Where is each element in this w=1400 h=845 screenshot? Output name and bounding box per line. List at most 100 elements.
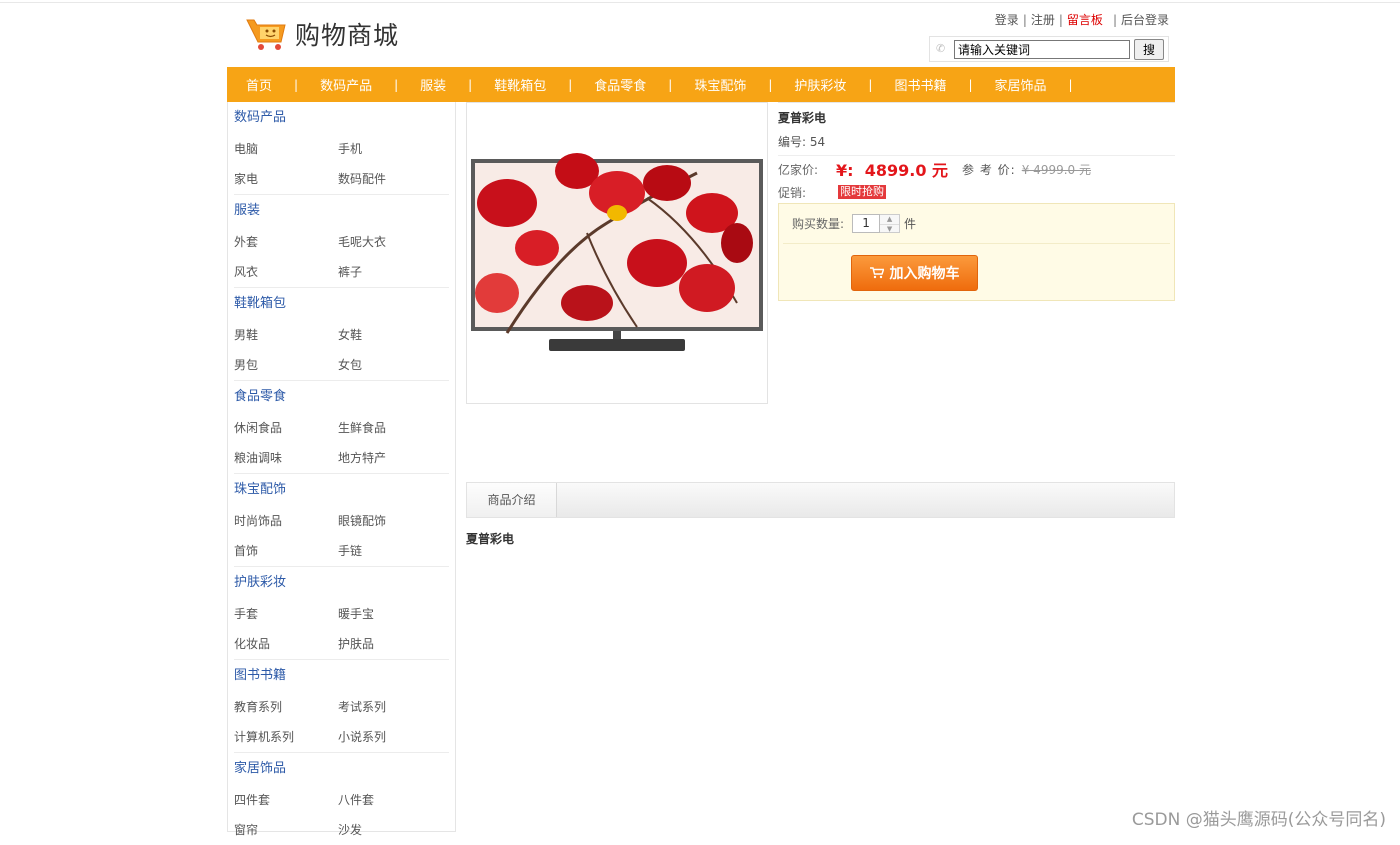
subcategory-link[interactable]: 风衣 [234,257,338,287]
subcategory-link[interactable]: 男包 [234,350,338,380]
category-group: 数码产品 电脑 手机 家电 数码配件 [228,102,455,194]
site-logo[interactable]: 购物商城 [245,14,399,54]
subcategory-link[interactable]: 考试系列 [338,692,442,722]
link-separator: | [1058,13,1063,27]
category-title[interactable]: 服装 [234,195,449,227]
product-info: 夏普彩电 编号: 54 亿家价: ¥: 4899.0 元 参 考 价: ¥ 49… [778,102,1175,301]
category-group: 珠宝配饰 时尚饰品 眼镜配饰 首饰 手链 [228,474,455,566]
main-nav: 首页 | 数码产品 | 服装 | 鞋靴箱包 | 食品零食 | 珠宝配饰 | 护肤彩妆 | 图书… [227,67,1175,102]
subcategory-link[interactable]: 沙发 [338,815,442,845]
subcategory-link[interactable]: 粮油调味 [234,443,338,473]
category-title[interactable]: 家居饰品 [234,753,449,785]
nav-home-decor[interactable]: 家居饰品 | [994,75,1095,95]
subcategory-link[interactable]: 首饰 [234,536,338,566]
subcategory-link[interactable]: 裤子 [338,257,442,287]
category-row: 窗帘 沙发 [234,815,449,845]
subcategory-link[interactable]: 毛呢大衣 [338,227,442,257]
nav-label: 食品零食 [594,79,647,94]
tab-product-intro[interactable]: 商品介绍 [467,483,557,517]
quantity-stepper[interactable]: ▲ ▼ [880,214,901,234]
top-border [0,0,1400,3]
subcategory-link[interactable]: 眼镜配饰 [338,506,442,536]
nav-food[interactable]: 食品零食 | [594,75,694,95]
category-row: 电脑 手机 [234,134,449,164]
subcategory-link[interactable]: 数码配件 [338,164,442,194]
nav-digital[interactable]: 数码产品 | [320,75,420,95]
subcategory-link[interactable]: 八件套 [338,785,442,815]
category-row: 时尚饰品 眼镜配饰 [234,506,449,536]
subcategory-link[interactable]: 外套 [234,227,338,257]
search-button[interactable]: 搜 [1134,38,1164,60]
subcategory-link[interactable]: 生鲜食品 [338,413,442,443]
phone-icon: ✆ [936,42,946,55]
search-input[interactable] [954,39,1130,59]
login-link[interactable]: 登录 [995,13,1019,27]
nav-cosmetics[interactable]: 护肤彩妆 | [794,75,894,95]
category-title[interactable]: 图书书籍 [234,660,449,692]
category-row: 手套 暖手宝 [234,599,449,629]
cart-icon [869,267,884,279]
subcategory-link[interactable]: 休闲食品 [234,413,338,443]
subcategory-link[interactable]: 电脑 [234,134,338,164]
subcategory-link[interactable]: 小说系列 [338,722,442,752]
quantity-input[interactable]: 1 [852,214,881,233]
nav-books[interactable]: 图书书籍 | [894,75,994,95]
subcategory-link[interactable]: 计算机系列 [234,722,338,752]
subcategory-link[interactable]: 窗帘 [234,815,338,845]
category-title[interactable]: 珠宝配饰 [234,474,449,506]
nav-label: 珠宝配饰 [694,79,747,94]
price-row: 亿家价: ¥: 4899.0 元 参 考 价: ¥ 4999.0 元 [778,156,1175,182]
category-group: 护肤彩妆 手套 暖手宝 化妆品 护肤品 [228,567,455,659]
stepper-up-icon[interactable]: ▲ [880,215,899,224]
quantity-unit: 件 [904,217,917,231]
subcategory-link[interactable]: 男鞋 [234,320,338,350]
watermark: CSDN @猫头鹰源码(公众号同名) [1131,810,1386,830]
nav-separator: | [568,77,573,92]
subcategory-link[interactable]: 女鞋 [338,320,442,350]
subcategory-link[interactable]: 时尚饰品 [234,506,338,536]
link-separator: | [1022,13,1027,27]
nav-clothing[interactable]: 服装 | [420,75,494,95]
subcategory-link[interactable]: 化妆品 [234,629,338,659]
category-row: 化妆品 护肤品 [234,629,449,659]
quantity-label: 购买数量: [792,217,845,231]
nav-label: 家居饰品 [994,79,1047,94]
category-row: 四件套 八件套 [234,785,449,815]
buy-box: 购买数量: 1 ▲ ▼ 件 加入购物车 [778,203,1175,301]
code-label: 编号: [778,135,807,149]
subcategory-link[interactable]: 手套 [234,599,338,629]
nav-home[interactable]: 首页 | [246,75,320,95]
subcategory-link[interactable]: 护肤品 [338,629,442,659]
subcategory-link[interactable]: 地方特产 [338,443,442,473]
category-row: 家电 数码配件 [234,164,449,194]
category-group: 服装 外套 毛呢大衣 风衣 裤子 [228,195,455,287]
stepper-down-icon[interactable]: ▼ [880,224,900,234]
add-to-cart-button[interactable]: 加入购物车 [851,255,978,291]
nav-shoes-bags[interactable]: 鞋靴箱包 | [494,75,594,95]
category-row: 男鞋 女鞋 [234,320,449,350]
category-title[interactable]: 鞋靴箱包 [234,288,449,320]
category-title[interactable]: 食品零食 [234,381,449,413]
category-group: 家居饰品 四件套 八件套 窗帘 沙发 [228,753,455,845]
nav-jewelry[interactable]: 珠宝配饰 | [694,75,794,95]
subcategory-link[interactable]: 暖手宝 [338,599,442,629]
subcategory-link[interactable]: 女包 [338,350,442,380]
category-row: 粮油调味 地方特产 [234,443,449,473]
category-row: 风衣 裤子 [234,257,449,287]
subcategory-link[interactable]: 四件套 [234,785,338,815]
message-board-link[interactable]: 留言板 [1067,13,1103,27]
category-title[interactable]: 护肤彩妆 [234,567,449,599]
nav-separator: | [868,77,873,92]
price-label: 亿家价: [778,162,819,177]
link-separator: | [1112,13,1117,27]
subcategory-link[interactable]: 手机 [338,134,442,164]
subcategory-link[interactable]: 手链 [338,536,442,566]
subcategory-link[interactable]: 家电 [234,164,338,194]
subcategory-link[interactable]: 教育系列 [234,692,338,722]
admin-login-link[interactable]: 后台登录 [1121,13,1169,27]
nav-label: 首页 [246,79,273,94]
product-image[interactable] [466,102,768,404]
promo-label: 促销: [778,185,807,200]
register-link[interactable]: 注册 [1031,13,1055,27]
category-title[interactable]: 数码产品 [234,102,449,134]
